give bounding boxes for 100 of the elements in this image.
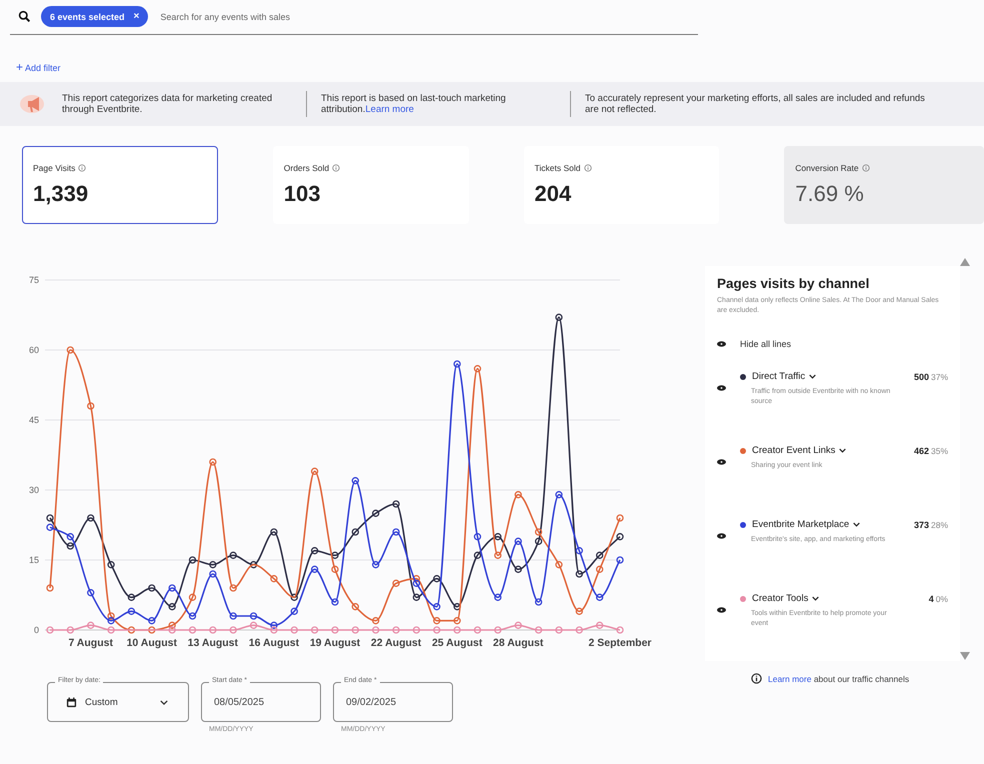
data-point: [392, 580, 400, 587]
data-point: [311, 468, 318, 475]
data-point: [270, 528, 278, 536]
data-point: [331, 552, 339, 559]
data-point: [250, 561, 258, 568]
channel-name[interactable]: Creator Tools: [752, 593, 808, 604]
scroll-down-icon[interactable]: [960, 652, 970, 660]
data-point: [474, 365, 482, 372]
data-point: [188, 612, 196, 620]
x-axis-label: 28 August: [493, 637, 544, 649]
channel-name[interactable]: Creator Event Links: [752, 445, 836, 456]
metric-card[interactable]: Page Visits 1,339: [22, 146, 218, 224]
metric-label: Tickets Sold: [534, 163, 581, 173]
data-point: [576, 547, 583, 554]
event-filter-chip[interactable]: 6 events selected ×: [41, 6, 148, 27]
data-point: [230, 552, 237, 559]
data-point: [352, 603, 359, 610]
data-point: [107, 561, 115, 568]
data-point: [494, 594, 502, 601]
metric-card[interactable]: Orders Sold 103: [272, 146, 469, 224]
data-point: [209, 561, 216, 568]
data-point: [209, 570, 216, 578]
data-point: [392, 528, 400, 536]
data-point: [534, 598, 542, 606]
data-point: [230, 584, 237, 592]
chevron-down-icon[interactable]: [809, 374, 816, 379]
search-field[interactable]: Search for any events with sales: [158, 10, 462, 22]
data-point: [433, 603, 440, 610]
data-point: [494, 552, 502, 559]
hide-all-lines-button[interactable]: Hide all lines: [740, 339, 792, 349]
footer-note: Learn more about our traffic channels: [768, 674, 910, 684]
data-point: [392, 500, 400, 508]
x-axis-label: 16 August: [248, 637, 300, 649]
banner-text: This report is based on last-touch marketing attribution.Learn more: [321, 93, 507, 115]
data-point: [596, 566, 604, 573]
chevron-down-icon[interactable]: [839, 448, 846, 453]
channel-name[interactable]: Direct Traffic: [752, 371, 806, 382]
channel-percent: 37%: [930, 372, 948, 382]
data-point: [148, 584, 156, 592]
eye-icon[interactable]: [717, 533, 726, 539]
data-point: [66, 542, 74, 550]
metric-value: 103: [284, 181, 322, 207]
data-point: [311, 566, 318, 573]
data-point: [188, 594, 196, 601]
metric-label: Conversion Rate: [795, 163, 859, 173]
data-point: [87, 589, 94, 596]
data-point: [576, 570, 583, 578]
channel-count: 462: [914, 446, 929, 456]
channel-percent: 35%: [930, 446, 948, 456]
panel-title: Pages visits by channel: [717, 276, 870, 291]
x-axis-label: 10 August: [126, 637, 177, 649]
channel-percent: 0%: [936, 594, 948, 604]
scroll-up-icon[interactable]: [960, 258, 970, 266]
data-point: [576, 608, 583, 615]
learn-more-link[interactable]: Learn more: [768, 674, 812, 684]
add-filter-link[interactable]: + Add filter: [16, 63, 61, 73]
channel-name[interactable]: Eventbrite Marketplace: [752, 519, 850, 530]
chip-close-button[interactable]: ×: [134, 11, 140, 22]
data-point: [148, 626, 156, 634]
banner-text: To accurately represent your marketing efforts, all sales are included and refunds are not reflected.: [585, 93, 926, 115]
calendar-icon: [66, 696, 77, 708]
info-icon: [751, 673, 762, 684]
metric-value: 204: [534, 181, 572, 207]
data-point: [514, 566, 522, 573]
data-point: [494, 533, 502, 540]
data-point: [331, 598, 339, 606]
data-point: [596, 552, 604, 559]
learn-more-link[interactable]: Learn more: [365, 104, 414, 115]
x-axis-label: 13 August: [188, 637, 238, 649]
banner-text: This report categorizes data for marketing created through Eventbrite.: [62, 93, 274, 115]
metric-card[interactable]: Tickets Sold 204: [524, 146, 720, 224]
data-point: [372, 617, 380, 624]
data-point: [311, 547, 318, 554]
y-axis-label: 30: [28, 485, 39, 495]
data-point: [372, 510, 380, 517]
y-axis-label: 0: [34, 625, 39, 635]
eye-icon[interactable]: [717, 385, 726, 391]
metric-card[interactable]: Conversion Rate 7.69 %: [784, 146, 984, 224]
eye-icon[interactable]: [717, 341, 726, 347]
data-point: [454, 617, 461, 624]
data-point: [290, 608, 298, 615]
data-point: [372, 561, 380, 568]
chevron-down-icon: [160, 700, 168, 704]
metric-value: 1,339: [33, 181, 90, 207]
data-point: [128, 594, 136, 601]
data-point: [514, 491, 522, 498]
eye-icon[interactable]: [717, 607, 726, 613]
chevron-down-icon[interactable]: [812, 596, 820, 601]
data-point: [87, 402, 94, 410]
data-point: [290, 594, 298, 601]
y-axis-label: 45: [28, 415, 39, 425]
x-axis-label: 7 August: [68, 637, 113, 649]
data-point: [433, 575, 440, 582]
chevron-down-icon[interactable]: [853, 522, 860, 527]
data-point: [474, 552, 482, 559]
data-point: [66, 533, 74, 540]
data-point: [534, 528, 542, 536]
info-icon: [584, 164, 592, 172]
data-point: [128, 608, 136, 615]
eye-icon[interactable]: [717, 459, 726, 465]
